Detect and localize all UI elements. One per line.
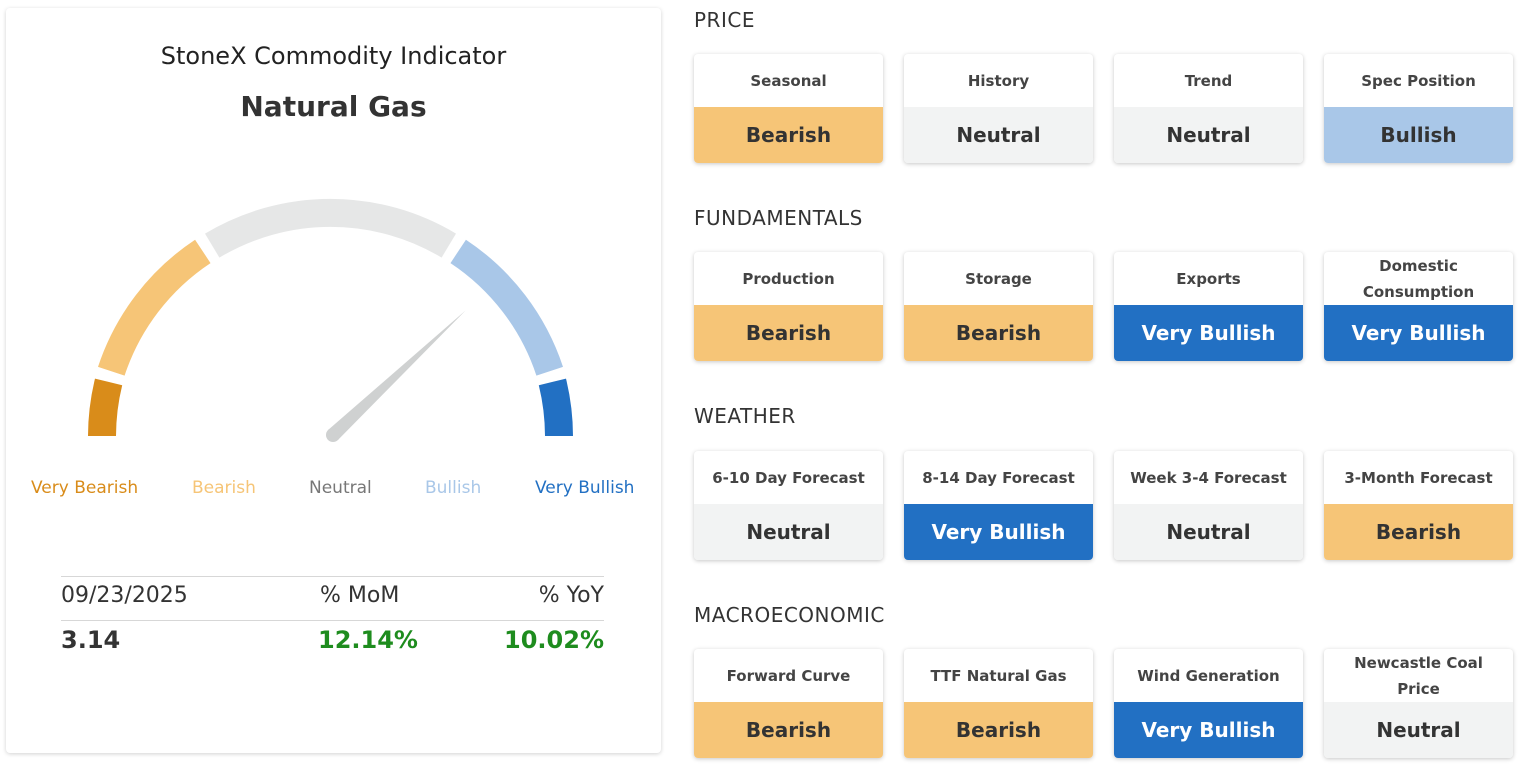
stats-yoy-label: % YoY — [538, 583, 604, 608]
stats-mom-value: 12.14% — [318, 626, 418, 654]
indicator-card: StoneX Commodity Indicator Natural Gas V… — [6, 8, 661, 753]
tile-history: History Neutral — [904, 54, 1093, 163]
tile-value: Bearish — [904, 305, 1093, 361]
tile-exports: Exports Very Bullish — [1114, 252, 1303, 361]
tile-name: Seasonal — [750, 71, 827, 90]
gauge-needle — [328, 310, 466, 441]
tile-name: Production — [742, 269, 835, 288]
tile-name: Domestic Consumption — [1362, 256, 1475, 301]
tile-name: Week 3-4 Forecast — [1130, 468, 1287, 487]
gauge-segment-very-bullish — [538, 378, 573, 437]
tile-ttf-natural-gas: TTF Natural Gas Bearish — [904, 649, 1093, 758]
tile-forward-curve: Forward Curve Bearish — [694, 649, 883, 758]
tile-name: Exports — [1176, 269, 1241, 288]
tile-6-10-day-forecast: 6-10 Day Forecast Neutral — [694, 451, 883, 560]
tile-3-month-forecast: 3-Month Forecast Bearish — [1324, 451, 1513, 560]
tile-trend: Trend Neutral — [1114, 54, 1303, 163]
tile-value: Neutral — [1114, 107, 1303, 163]
tile-value: Neutral — [1114, 504, 1303, 560]
stats-yoy-value: 10.02% — [504, 626, 604, 654]
stats-divider-top — [61, 576, 604, 577]
gauge-segment-neutral — [205, 198, 456, 258]
tile-name: Spec Position — [1361, 71, 1476, 90]
tile-wind-generation: Wind Generation Very Bullish — [1114, 649, 1303, 758]
tile-value: Bullish — [1324, 107, 1513, 163]
stats-date: 09/23/2025 — [61, 583, 188, 608]
tile-value: Bearish — [694, 702, 883, 758]
tile-8-14-day-forecast: 8-14 Day Forecast Very Bullish — [904, 451, 1093, 560]
tile-name: TTF Natural Gas — [930, 666, 1067, 685]
tile-name: 3-Month Forecast — [1344, 468, 1493, 487]
gauge-label-very-bullish: Very Bullish — [535, 478, 635, 498]
tile-name: 6-10 Day Forecast — [712, 468, 865, 487]
tile-spec-position: Spec Position Bullish — [1324, 54, 1513, 163]
tile-seasonal: Seasonal Bearish — [694, 54, 883, 163]
gauge-segment-bullish — [450, 239, 563, 376]
tile-domestic-consumption: Domestic Consumption Very Bullish — [1324, 252, 1513, 361]
tile-name: Trend — [1184, 71, 1233, 90]
tile-name: 8-14 Day Forecast — [922, 468, 1075, 487]
section-title-macroeconomic: MACROECONOMIC — [694, 603, 885, 627]
tile-name: Newcastle Coal Price — [1354, 653, 1483, 698]
gauge-label-neutral: Neutral — [309, 478, 372, 498]
gauge-label-bullish: Bullish — [425, 478, 482, 498]
tile-name: History — [967, 71, 1030, 90]
tile-value: Bearish — [1324, 504, 1513, 560]
tile-value: Neutral — [694, 504, 883, 560]
stats-divider-mid — [61, 620, 604, 621]
tile-name: Wind Generation — [1137, 666, 1280, 685]
tile-newcastle-coal-price: Newcastle Coal Price Neutral — [1324, 649, 1513, 758]
tile-value: Bearish — [694, 107, 883, 163]
section-title-weather: WEATHER — [694, 404, 796, 428]
stats-price: 3.14 — [61, 626, 121, 654]
tile-name: Storage — [965, 269, 1032, 288]
section-title-price: PRICE — [694, 8, 755, 32]
tile-value: Bearish — [904, 702, 1093, 758]
gauge-label-very-bearish: Very Bearish — [31, 478, 139, 498]
tile-value: Very Bullish — [1114, 702, 1303, 758]
tile-value: Very Bullish — [1324, 305, 1513, 361]
tile-week-3-4-forecast: Week 3-4 Forecast Neutral — [1114, 451, 1303, 560]
section-title-fundamentals: FUNDAMENTALS — [694, 206, 863, 230]
tile-production: Production Bearish — [694, 252, 883, 361]
tile-name: Forward Curve — [726, 666, 851, 685]
tile-value: Neutral — [904, 107, 1093, 163]
gauge-segment-very-bearish — [88, 378, 123, 437]
tile-storage: Storage Bearish — [904, 252, 1093, 361]
tile-value: Very Bullish — [1114, 305, 1303, 361]
gauge-needle-hub — [326, 428, 340, 442]
stats-mom-label: % MoM — [320, 583, 400, 608]
sentiment-gauge — [88, 198, 573, 442]
tile-value: Neutral — [1324, 702, 1513, 758]
gauge-label-bearish: Bearish — [192, 478, 256, 498]
tile-value: Bearish — [694, 305, 883, 361]
gauge-segment-bearish — [98, 239, 211, 376]
tile-value: Very Bullish — [904, 504, 1093, 560]
